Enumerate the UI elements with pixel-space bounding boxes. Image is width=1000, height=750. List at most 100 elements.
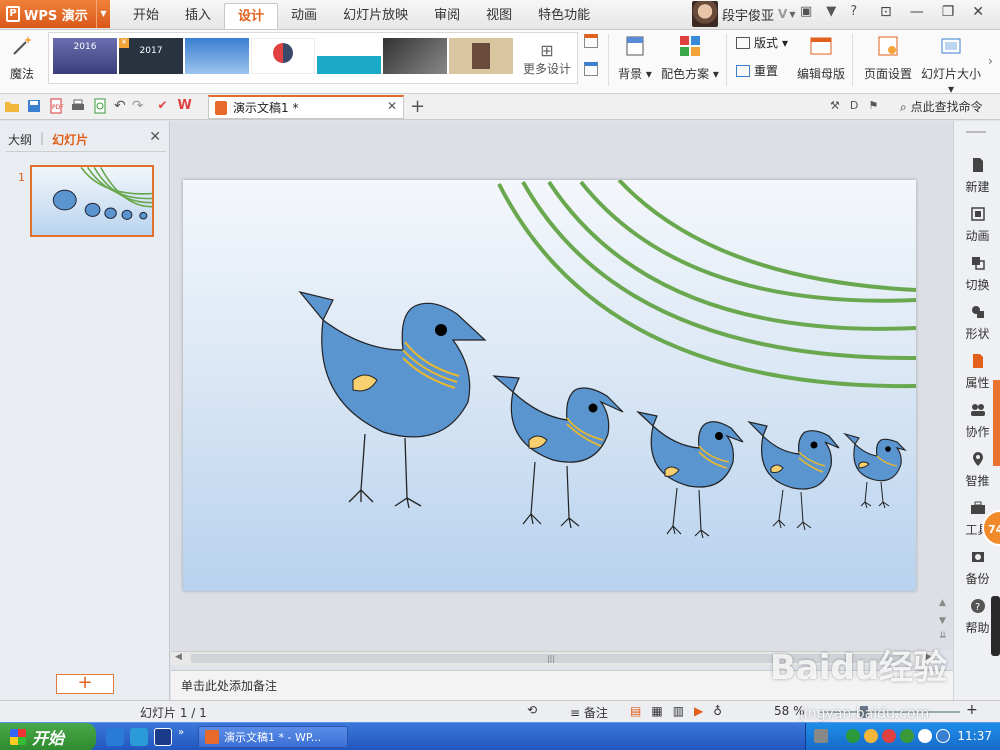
edit-master-button[interactable]: 编辑母版 xyxy=(796,32,846,82)
quick-launch-expand-icon[interactable]: » xyxy=(178,727,184,738)
vertical-scrollbar[interactable]: ▲ ▼ ⇊ xyxy=(937,121,953,651)
notes-toggle-button[interactable]: ≡ 备注 xyxy=(570,704,608,721)
close-tab-icon[interactable]: ✕ xyxy=(387,99,397,113)
scroll-down-arrow-icon[interactable]: ▼ xyxy=(939,616,946,626)
start-button[interactable]: 开始 xyxy=(0,723,96,750)
slideshow-play-icon[interactable]: ▶ xyxy=(694,704,703,718)
save-icon[interactable] xyxy=(26,98,42,114)
slide-canvas[interactable] xyxy=(183,180,916,591)
new-tab-icon[interactable]: + xyxy=(410,96,425,117)
flag-icon[interactable]: ⚑ xyxy=(868,99,878,112)
tab-slideshow[interactable]: 幻灯片放映 xyxy=(330,3,421,29)
theme-scroll-up-icon[interactable] xyxy=(584,34,598,48)
color-scheme-button[interactable]: 配色方案 ▾ xyxy=(660,32,720,82)
ribbon-scroll-right-icon[interactable]: › xyxy=(988,54,993,68)
rail-new[interactable]: 新建 xyxy=(954,157,1000,195)
redo-icon[interactable]: ↷ xyxy=(132,98,144,114)
add-slide-button[interactable]: + xyxy=(56,674,114,694)
restore-ribbon-icon[interactable]: ⊡ xyxy=(880,4,892,20)
user-name[interactable]: 段宇俊亚 xyxy=(722,5,774,24)
slide-thumbnail[interactable] xyxy=(30,165,154,237)
clock[interactable]: 11:37 xyxy=(957,729,992,743)
rail-transition[interactable]: 切换 xyxy=(954,255,1000,293)
tab-outline[interactable]: 大纲 xyxy=(8,131,32,148)
rail-backup[interactable]: 备份 xyxy=(954,549,1000,587)
reset-button[interactable]: 重置 xyxy=(736,62,778,79)
open-icon[interactable] xyxy=(4,98,20,114)
help-icon[interactable]: ? xyxy=(850,4,857,19)
history-icon[interactable]: ⟲ xyxy=(527,703,537,717)
tray-security-icon[interactable] xyxy=(936,729,950,743)
print-preview-icon[interactable] xyxy=(92,98,108,114)
print-icon[interactable] xyxy=(70,98,86,114)
maximize-icon[interactable]: ❐ xyxy=(942,4,955,20)
keyboard-icon[interactable] xyxy=(814,729,828,743)
layout-button[interactable]: 版式 ▾ xyxy=(736,34,788,51)
bird-large xyxy=(298,290,487,509)
shirt-icon[interactable]: ▼ xyxy=(826,4,836,19)
theme-thumb-camera[interactable] xyxy=(383,38,447,74)
zoom-in-icon[interactable]: + xyxy=(966,702,978,718)
scroll-up-arrow-icon[interactable]: ▲ xyxy=(939,598,946,608)
theme-thumb-clouds[interactable] xyxy=(185,38,249,74)
theme-thumb-2016[interactable]: 2016 xyxy=(53,38,117,74)
app-menu-chevron-icon[interactable]: ▼ xyxy=(96,0,110,28)
tab-insert[interactable]: 插入 xyxy=(172,3,224,29)
page-setup-button[interactable]: 页面设置 xyxy=(862,32,914,82)
scroll-left-icon[interactable]: ◀ xyxy=(175,652,182,662)
taskbar-wps-window[interactable]: 演示文稿1 * - WP... xyxy=(198,726,348,748)
pin-icon[interactable]: ♁ xyxy=(713,704,722,718)
export-pdf-icon[interactable]: PDF xyxy=(48,98,64,114)
magic-button[interactable]: 魔法 xyxy=(6,32,38,82)
minimize-icon[interactable]: — xyxy=(910,4,924,20)
close-panel-icon[interactable]: ✕ xyxy=(149,129,161,145)
tab-special[interactable]: 特色功能 xyxy=(525,3,603,29)
tray-antivirus-icon[interactable] xyxy=(882,729,896,743)
theme-thumb-photo[interactable] xyxy=(449,38,513,74)
theme-thumb-teal[interactable] xyxy=(317,38,381,74)
app-menu-button[interactable]: P WPS 演示 ▼ xyxy=(0,0,110,28)
tab-start[interactable]: 开始 xyxy=(120,3,172,29)
skin-icon[interactable]: ▣ xyxy=(800,4,812,19)
wps-w-icon[interactable]: W xyxy=(178,98,192,114)
document-tab[interactable]: 演示文稿1 * ✕ xyxy=(208,95,404,119)
theme-thumb-circle[interactable] xyxy=(251,38,315,74)
command-search[interactable]: ⌕ 点此查找命令 xyxy=(900,98,983,115)
ie-icon[interactable] xyxy=(106,728,124,746)
user-area[interactable]: 段宇俊亚 V ▼ xyxy=(692,0,795,28)
sorter-view-icon[interactable]: ▦ xyxy=(651,704,662,718)
rail-shapes[interactable]: 形状 xyxy=(954,304,1000,342)
slide-size-button[interactable]: 幻灯片大小 ▾ xyxy=(918,32,984,96)
tab-slides[interactable]: 幻灯片 xyxy=(52,131,88,148)
tray-speaker-icon[interactable] xyxy=(918,729,932,743)
theme-gallery[interactable]: 2016 2017 ¥ ⊞ 更多设计 xyxy=(48,32,578,84)
background-button[interactable]: 背景 ▾ xyxy=(614,32,656,82)
vip-icon[interactable]: V xyxy=(778,7,787,21)
rail-animation[interactable]: 动画 xyxy=(954,206,1000,244)
tab-view[interactable]: 视图 xyxy=(473,3,525,29)
avatar[interactable] xyxy=(692,1,718,27)
show-desktop-icon[interactable] xyxy=(154,728,172,746)
user-chevron-icon[interactable]: ▼ xyxy=(789,10,795,19)
windows-flag-icon xyxy=(10,729,26,745)
undo-icon[interactable]: ↶ xyxy=(114,98,126,114)
d-icon[interactable]: D xyxy=(850,99,858,112)
tab-review[interactable]: 审阅 xyxy=(421,3,473,29)
tray-shield-icon[interactable] xyxy=(864,729,878,743)
tab-design[interactable]: 设计 xyxy=(224,3,279,29)
normal-view-icon[interactable]: ▤ xyxy=(630,704,641,718)
more-design-button[interactable]: ⊞ 更多设计 xyxy=(519,41,575,77)
tab-animation[interactable]: 动画 xyxy=(278,3,330,29)
close-icon[interactable]: ✕ xyxy=(972,4,984,20)
tray-network-icon[interactable] xyxy=(900,729,914,743)
search-command-label: 点此查找命令 xyxy=(910,100,983,114)
hammer-icon[interactable]: ⚒ xyxy=(830,99,840,112)
reading-view-icon[interactable]: ▥ xyxy=(673,704,684,718)
browser-icon[interactable] xyxy=(130,728,148,746)
theme-thumb-2017[interactable]: 2017 ¥ xyxy=(119,38,183,74)
rail-expand-tab[interactable] xyxy=(993,380,1000,466)
tray-app-icon[interactable] xyxy=(846,729,860,743)
format-painter-icon[interactable]: ✔ xyxy=(157,98,167,114)
theme-scroll-down-icon[interactable] xyxy=(584,62,598,76)
divider xyxy=(6,151,166,152)
